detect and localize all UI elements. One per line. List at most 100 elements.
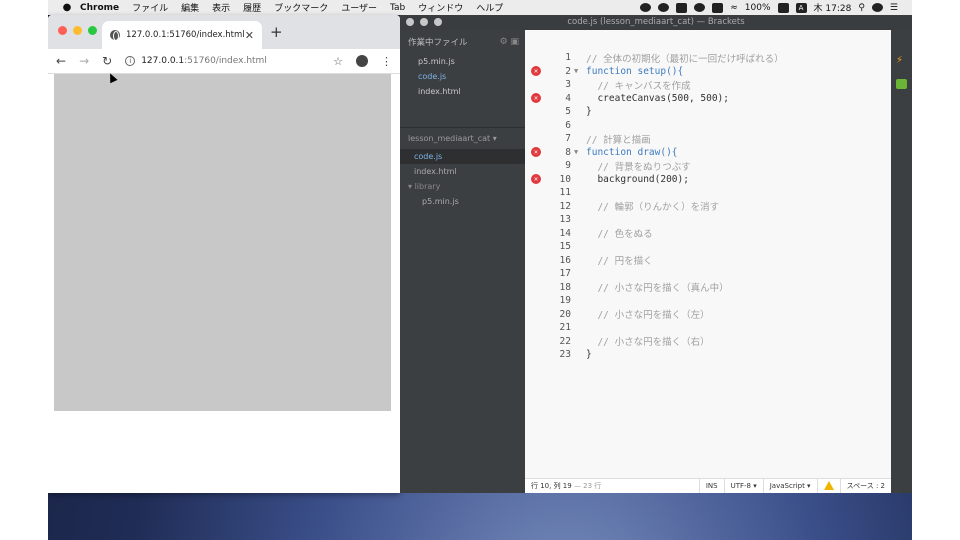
reload-icon[interactable]: ↻ xyxy=(102,54,112,68)
code-line[interactable]: 11 xyxy=(525,186,891,200)
fold-icon[interactable]: ▼ xyxy=(574,67,578,75)
encoding-select[interactable]: UTF-8 ▾ xyxy=(723,478,763,493)
apple-icon[interactable]: ● xyxy=(60,2,74,13)
clock[interactable]: 木 17:28 xyxy=(814,1,852,14)
dropbox-icon[interactable] xyxy=(694,3,706,12)
brackets-minimize-button[interactable] xyxy=(420,18,428,26)
code-line[interactable]: 13 xyxy=(525,213,891,227)
bookmark-star-icon[interactable]: ☆ xyxy=(333,55,343,68)
code-line[interactable]: ✕ 8 ▼ function draw(){ xyxy=(525,146,891,160)
code-text[interactable]: createCanvas(500, 500); xyxy=(586,93,729,104)
code-line[interactable]: 19 xyxy=(525,294,891,308)
code-text[interactable]: // 輪郭（りんかく）を消す xyxy=(586,199,719,213)
battery-icon[interactable] xyxy=(777,2,789,13)
zoom-window-button[interactable] xyxy=(88,26,97,35)
browser-tab[interactable]: 127.0.0.1:51760/index.html ✕ xyxy=(102,21,262,49)
close-window-button[interactable] xyxy=(58,26,67,35)
wifi-icon[interactable]: ≈ xyxy=(730,3,738,13)
extension-manager-icon[interactable] xyxy=(896,79,907,89)
code-line[interactable]: 12 // 輪郭（りんかく）を消す xyxy=(525,200,891,214)
indent-setting[interactable]: スペース : 2 xyxy=(839,478,891,493)
code-text[interactable]: // 円を描く xyxy=(586,253,652,267)
code-line[interactable]: ✕ 2 ▼ function setup(){ xyxy=(525,65,891,79)
code-text[interactable]: // 小さな円を描く（右） xyxy=(586,334,709,348)
code-line[interactable]: 17 xyxy=(525,267,891,281)
profile-avatar-icon[interactable] xyxy=(356,55,368,67)
code-text[interactable]: function draw(){ xyxy=(586,147,678,158)
brackets-close-button[interactable] xyxy=(406,18,414,26)
error-icon[interactable]: ✕ xyxy=(531,66,541,77)
folder-library[interactable]: ▾ library xyxy=(400,179,525,194)
back-arrow-icon[interactable]: ← xyxy=(56,54,66,68)
fold-icon[interactable]: ▼ xyxy=(574,148,578,156)
menu-bookmarks[interactable]: ブックマーク xyxy=(274,1,328,14)
menu-edit[interactable]: 編集 xyxy=(181,1,199,14)
menu-tab[interactable]: Tab xyxy=(390,3,405,13)
menu-view[interactable]: 表示 xyxy=(212,1,230,14)
insert-mode[interactable]: INS xyxy=(698,478,724,493)
new-tab-icon[interactable]: + xyxy=(270,23,283,41)
minimize-window-button[interactable] xyxy=(73,26,82,35)
live-preview-icon[interactable]: ⚡ xyxy=(896,56,907,66)
folder-file-p5[interactable]: p5.min.js xyxy=(400,194,525,209)
code-line[interactable]: 20 // 小さな円を描く（左） xyxy=(525,308,891,322)
code-line[interactable]: 23} xyxy=(525,348,891,362)
gear-icon[interactable]: ⚙ ▣ xyxy=(500,37,519,47)
code-line[interactable]: 15 xyxy=(525,240,891,254)
code-text[interactable]: // 全体の初期化（最初に一回だけ呼ばれる） xyxy=(586,51,784,65)
code-line[interactable]: ✕ 10 background(200); xyxy=(525,173,891,187)
error-icon[interactable]: ✕ xyxy=(531,93,541,104)
working-file-index[interactable]: index.html xyxy=(400,84,525,99)
code-text[interactable]: // 小さな円を描く（真ん中） xyxy=(586,280,728,294)
address-bar[interactable]: i 127.0.0.1:51760/index.html ☆ xyxy=(125,52,343,71)
menu-app-name[interactable]: Chrome xyxy=(80,3,119,13)
menu-file[interactable]: ファイル xyxy=(132,1,168,14)
code-text[interactable]: // 色をぬる xyxy=(586,226,652,240)
project-file-index[interactable]: index.html xyxy=(400,164,525,179)
code-editor[interactable]: 1// 全体の初期化（最初に一回だけ呼ばれる） ✕ 2 ▼ function setup… xyxy=(525,30,891,478)
error-icon[interactable]: ✕ xyxy=(531,174,541,185)
code-line[interactable]: 9 // 背景をぬりつぶす xyxy=(525,159,891,173)
input-source-icon[interactable]: A xyxy=(795,2,807,13)
code-text[interactable]: // 計算と描画 xyxy=(586,132,651,146)
more-menu-icon[interactable]: ⋮ xyxy=(381,55,392,68)
code-line[interactable]: 7 // 計算と描画 xyxy=(525,132,891,146)
code-text[interactable]: // 小さな円を描く（左） xyxy=(586,307,709,321)
code-text[interactable]: // 背景をぬりつぶす xyxy=(586,159,690,173)
project-file-code[interactable]: code.js xyxy=(400,149,525,164)
battery-percent[interactable]: 100% xyxy=(745,3,771,13)
code-line[interactable]: 1 // 全体の初期化（最初に一回だけ呼ばれる） xyxy=(525,51,891,65)
menu-user[interactable]: ユーザー xyxy=(341,1,377,14)
error-icon[interactable]: ✕ xyxy=(531,147,541,158)
code-line[interactable]: 5} xyxy=(525,105,891,119)
creative-cloud-icon[interactable] xyxy=(658,3,670,12)
code-line[interactable]: ✕ 4 createCanvas(500, 500); xyxy=(525,92,891,106)
project-dropdown[interactable]: lesson_mediaart_cat ▾ xyxy=(400,127,525,149)
p5-canvas[interactable] xyxy=(54,74,391,411)
code-line[interactable]: 21 xyxy=(525,321,891,335)
code-line[interactable]: 18 // 小さな円を描く（真ん中） xyxy=(525,281,891,295)
lint-warning-icon[interactable] xyxy=(816,478,840,493)
record-icon[interactable] xyxy=(640,3,652,12)
close-tab-icon[interactable]: ✕ xyxy=(245,29,254,42)
info-icon[interactable]: i xyxy=(125,56,136,66)
working-file-p5[interactable]: p5.min.js xyxy=(400,54,525,69)
code-line[interactable]: 16 // 円を描く xyxy=(525,254,891,268)
notification-center-icon[interactable]: ☰ xyxy=(890,3,898,13)
code-line[interactable]: 6 xyxy=(525,119,891,133)
code-text[interactable]: } xyxy=(586,349,592,360)
code-text[interactable]: } xyxy=(586,106,592,117)
battery-status-icon[interactable] xyxy=(676,2,688,13)
working-file-code[interactable]: code.js xyxy=(400,69,525,84)
code-line[interactable]: 22 // 小さな円を描く（右） xyxy=(525,335,891,349)
menu-help[interactable]: ヘルプ xyxy=(476,1,503,14)
language-select[interactable]: JavaScript ▾ xyxy=(762,478,817,493)
code-text[interactable]: background(200); xyxy=(586,174,689,185)
brackets-zoom-button[interactable] xyxy=(434,18,442,26)
siri-icon[interactable] xyxy=(871,3,883,12)
code-line[interactable]: 14 // 色をぬる xyxy=(525,227,891,241)
code-line[interactable]: 3 // キャンバスを作成 xyxy=(525,78,891,92)
spotlight-icon[interactable]: ⚲ xyxy=(858,3,865,13)
code-text[interactable]: function setup(){ xyxy=(586,66,683,77)
menu-window[interactable]: ウィンドウ xyxy=(418,1,463,14)
